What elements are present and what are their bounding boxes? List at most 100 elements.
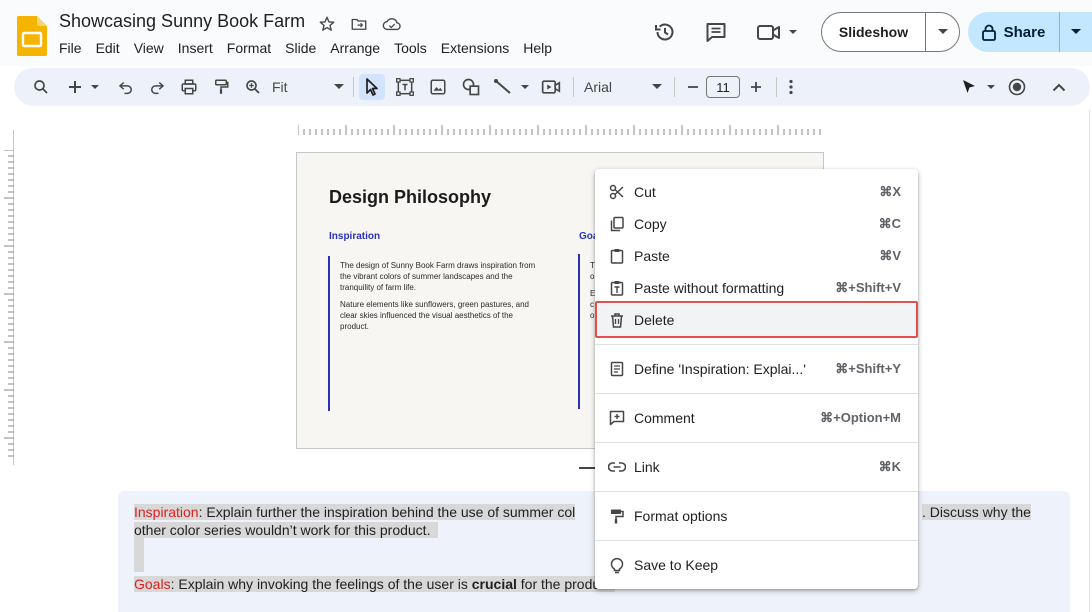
slides-logo-icon[interactable] <box>17 16 47 56</box>
slide-paragraph[interactable]: Nature elements like sunflowers, green p… <box>340 299 540 332</box>
zoom-value: Fit <box>272 79 288 95</box>
menu-insert[interactable]: Insert <box>171 38 220 58</box>
paint-roller-icon <box>608 507 626 525</box>
menu-item-paste[interactable]: Paste ⌘V <box>595 240 918 272</box>
record-icon[interactable] <box>1004 74 1030 100</box>
menu-item-cut[interactable]: Cut ⌘X <box>595 176 918 208</box>
notes-text: : Explain further the inspiration behind… <box>198 504 576 520</box>
toolbar-divider <box>674 77 675 97</box>
font-family-select[interactable]: Arial <box>584 74 662 100</box>
menu-item-label: Comment <box>634 410 695 426</box>
menu-view[interactable]: View <box>127 38 171 58</box>
menu-edit[interactable]: Edit <box>89 38 127 58</box>
menu-separator <box>595 491 918 492</box>
redo-icon[interactable] <box>144 74 170 100</box>
move-to-folder-icon[interactable] <box>348 13 370 35</box>
notes-line[interactable]: Inspiration: Explain further the inspira… <box>134 504 576 520</box>
scissors-icon <box>608 183 626 201</box>
notes-line[interactable]: Goals: Explain why invoking the feelings… <box>134 576 615 592</box>
insert-video-icon[interactable] <box>538 74 564 100</box>
slideshow-options-chevron-icon[interactable] <box>926 13 959 51</box>
copy-icon <box>608 215 626 233</box>
notes-label: Inspiration <box>134 504 199 520</box>
menu-file[interactable]: File <box>52 38 89 58</box>
notes-bold-text: crucial <box>471 576 517 592</box>
link-icon <box>608 458 626 476</box>
menu-item-shortcut: ⌘X <box>879 184 901 199</box>
share-button-group: Share <box>968 12 1092 52</box>
menu-slide[interactable]: Slide <box>278 38 323 58</box>
menu-item-link[interactable]: Link ⌘K <box>595 451 918 483</box>
toolbar-divider <box>776 77 777 97</box>
menu-item-label: Paste <box>634 248 670 264</box>
share-options-chevron-icon[interactable] <box>1060 12 1092 52</box>
version-history-icon[interactable] <box>649 16 681 48</box>
menu-separator <box>595 540 918 541</box>
slide-paragraph[interactable]: The design of Sunny Book Farm draws insp… <box>340 260 540 293</box>
search-menus-icon[interactable] <box>28 74 54 100</box>
undo-icon[interactable] <box>113 74 139 100</box>
star-icon[interactable] <box>316 13 338 35</box>
document-title[interactable]: Showcasing Sunny Book Farm <box>59 11 305 32</box>
slide-accent-bar <box>578 254 580 409</box>
paint-format-icon[interactable] <box>208 74 234 100</box>
menu-item-define[interactable]: Define 'Inspiration: Explai...' ⌘+Shift+… <box>595 353 918 385</box>
menu-item-copy[interactable]: Copy ⌘C <box>595 208 918 240</box>
menu-help[interactable]: Help <box>516 38 559 58</box>
slide-title[interactable]: Design Philosophy <box>329 187 491 208</box>
menu-separator <box>595 442 918 443</box>
app-header: Showcasing Sunny Book Farm File Edit Vie… <box>0 0 1092 66</box>
vertical-ruler <box>4 150 14 457</box>
menu-arrange[interactable]: Arrange <box>323 38 387 58</box>
menu-item-paste-without-formatting[interactable]: Paste without formatting ⌘+Shift+V <box>595 272 918 304</box>
delete-highlight-annotation <box>595 301 918 338</box>
lightbulb-icon <box>608 556 626 574</box>
pointer-mode-icon[interactable] <box>956 74 1002 100</box>
more-options-icon[interactable] <box>780 74 802 100</box>
font-size-field[interactable]: 11 <box>705 74 741 100</box>
slide-column-heading[interactable]: Inspiration <box>329 231 380 242</box>
notes-line-tail[interactable]: . Discuss why the <box>922 504 1031 520</box>
menu-item-comment[interactable]: Comment ⌘+Option+M <box>595 402 918 434</box>
print-icon[interactable] <box>176 74 202 100</box>
menu-separator <box>595 393 918 394</box>
decrease-font-size-icon[interactable] <box>682 74 704 100</box>
menu-extensions[interactable]: Extensions <box>434 38 516 58</box>
menu-item-format-options[interactable]: Format options <box>595 500 918 532</box>
new-slide-plus-icon[interactable] <box>64 74 104 100</box>
line-tool-icon[interactable] <box>492 74 534 100</box>
menu-item-label: Cut <box>634 184 656 200</box>
comments-icon[interactable] <box>700 16 732 48</box>
shapes-icon[interactable] <box>458 74 484 100</box>
increase-font-size-icon[interactable] <box>745 74 767 100</box>
insert-image-icon[interactable] <box>425 74 451 100</box>
speaker-notes[interactable]: Inspiration: Explain further the inspira… <box>118 491 1070 612</box>
font-size-value[interactable]: 11 <box>706 76 740 98</box>
zoom-icon[interactable] <box>240 74 266 100</box>
menu-item-shortcut: ⌘C <box>878 216 901 231</box>
menu-item-shortcut: ⌘+Shift+V <box>835 280 901 295</box>
share-label: Share <box>1003 23 1046 41</box>
menu-item-shortcut: ⌘+Option+M <box>820 410 901 425</box>
slideshow-button[interactable]: Slideshow <box>822 13 926 51</box>
select-tool-icon[interactable] <box>359 74 385 100</box>
notes-line[interactable]: other color series wouldn’t work for thi… <box>134 522 439 538</box>
context-menu: Cut ⌘X Copy ⌘C Paste ⌘V Paste without fo… <box>595 169 918 589</box>
font-family-value: Arial <box>584 79 613 95</box>
menu-item-save-to-keep[interactable]: Save to Keep <box>595 549 918 581</box>
horizontal-ruler <box>298 125 821 135</box>
notes-text: : Explain why invoking the feelings of t… <box>170 576 472 592</box>
menu-tools[interactable]: Tools <box>387 38 434 58</box>
menu-format[interactable]: Format <box>220 38 278 58</box>
collapse-toolbar-chevron-up-icon[interactable] <box>1048 74 1070 100</box>
menu-item-shortcut: ⌘+Shift+Y <box>835 361 901 376</box>
share-button[interactable]: Share <box>968 12 1060 52</box>
text-box-icon[interactable] <box>392 74 418 100</box>
cloud-saved-icon[interactable] <box>381 13 403 35</box>
menu-item-shortcut: ⌘K <box>878 459 901 474</box>
meet-camera-icon[interactable] <box>752 16 802 48</box>
menu-separator <box>595 344 918 345</box>
menu-item-label: Define 'Inspiration: Explai...' <box>634 361 806 377</box>
toolbar: Fit Arial 11 <box>14 68 1090 106</box>
zoom-select[interactable]: Fit <box>272 74 344 100</box>
